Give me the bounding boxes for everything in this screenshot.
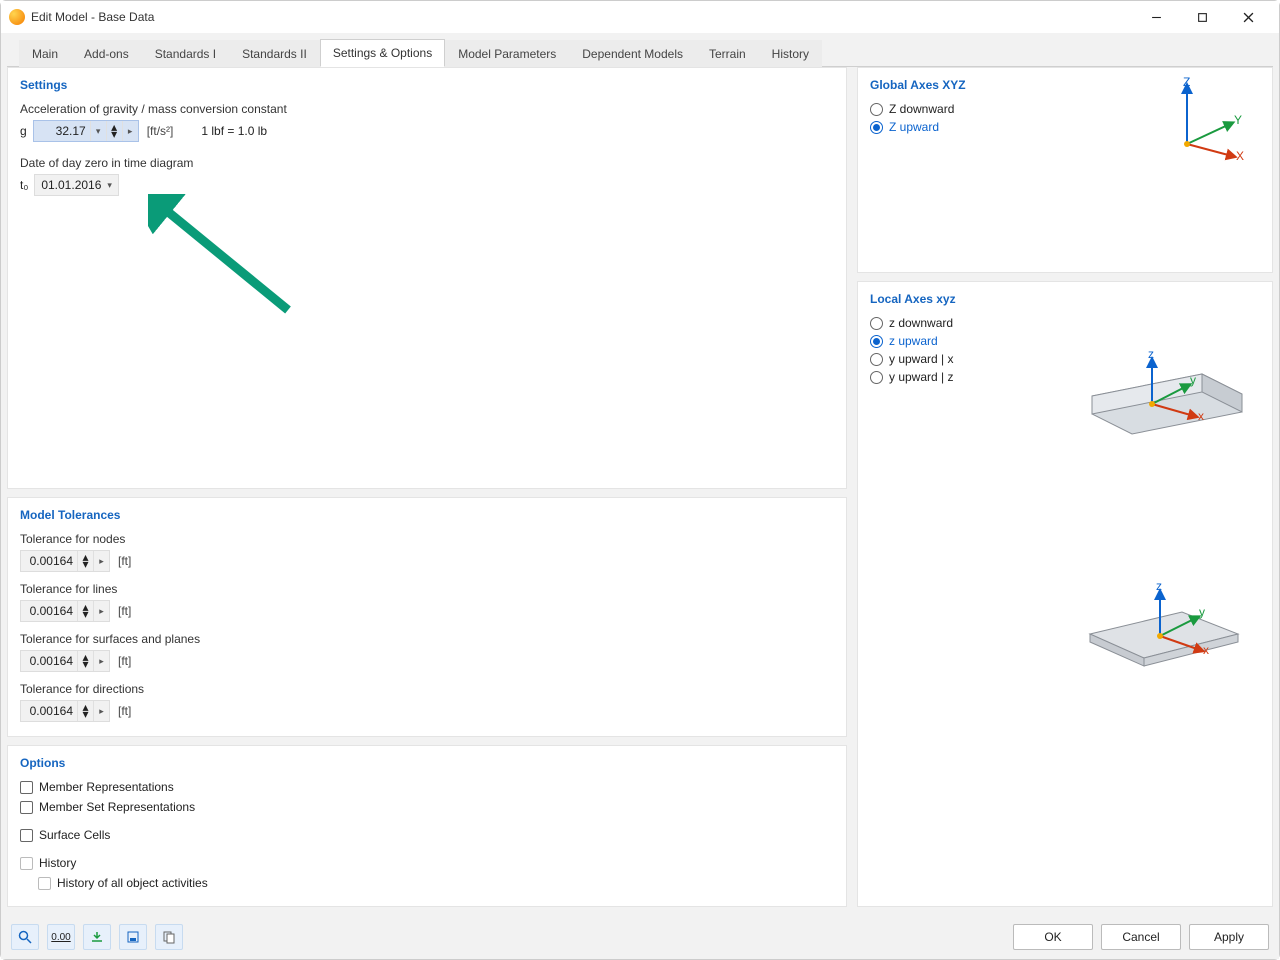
annotation-arrow: [148, 194, 308, 324]
tab-addons[interactable]: Add-ons: [71, 40, 142, 67]
date-zero-label: Date of day zero in time diagram: [20, 156, 834, 170]
import-button[interactable]: [83, 924, 111, 950]
chevron-down-icon[interactable]: ▾: [107, 180, 112, 191]
tol-nodes-unit: [ft]: [118, 554, 131, 568]
tol-nodes-input[interactable]: ▴▾▸: [20, 550, 110, 572]
svg-text:y: y: [1190, 373, 1196, 387]
save-icon: [126, 930, 140, 944]
radio-local-z-down[interactable]: z downward: [870, 316, 1260, 330]
window-title: Edit Model - Base Data: [31, 10, 1133, 24]
tol-lines-input[interactable]: ▴▾▸: [20, 600, 110, 622]
app-icon: [9, 9, 25, 25]
svg-text:Y: Y: [1234, 113, 1242, 127]
chk-member-rep[interactable]: Member Representations: [20, 780, 834, 794]
tab-terrain[interactable]: Terrain: [696, 40, 759, 67]
settings-heading: Settings: [20, 78, 834, 92]
popup-icon[interactable]: ▸: [93, 601, 109, 621]
chk-history: History: [20, 856, 834, 870]
gravity-input[interactable]: ▾ ▴▾ ▸: [33, 120, 139, 142]
chk-history-all: History of all object activities: [38, 876, 834, 890]
svg-text:X: X: [1236, 149, 1244, 163]
local-beam-icon: z y x: [1082, 334, 1252, 444]
date-zero-input[interactable]: 01.01.2016 ▾: [34, 174, 119, 196]
popup-icon[interactable]: ▸: [93, 701, 109, 721]
options-heading: Options: [20, 756, 834, 770]
svg-text:x: x: [1198, 409, 1204, 423]
footer-bar: 0.00 OK Cancel Apply: [1, 915, 1279, 959]
minimize-button[interactable]: [1133, 2, 1179, 32]
ok-button[interactable]: OK: [1013, 924, 1093, 950]
spinner-updown-icon[interactable]: ▴▾: [77, 601, 93, 621]
lbf-note: 1 lbf = 1.0 lb: [201, 124, 267, 138]
svg-text:Z: Z: [1183, 76, 1190, 89]
tol-surf-input[interactable]: ▴▾▸: [20, 650, 110, 672]
svg-text:y: y: [1199, 605, 1205, 619]
tol-surf-label: Tolerance for surfaces and planes: [20, 632, 834, 646]
tol-dir-unit: [ft]: [118, 704, 131, 718]
popup-icon[interactable]: ▸: [93, 551, 109, 571]
popup-icon[interactable]: ▸: [93, 651, 109, 671]
tab-settings-options[interactable]: Settings & Options: [320, 39, 445, 67]
global-axes-panel: Global Axes XYZ Z downward Z upward Z Y: [857, 67, 1273, 273]
maximize-button[interactable]: [1179, 2, 1225, 32]
tab-standards-1[interactable]: Standards I: [142, 40, 229, 67]
t0-symbol: t₀: [20, 178, 28, 192]
copy-button[interactable]: [155, 924, 183, 950]
options-panel: Options Member Representations Member Se…: [7, 745, 847, 907]
help-button[interactable]: [11, 924, 39, 950]
date-zero-value: 01.01.2016: [41, 178, 101, 192]
close-button[interactable]: [1225, 2, 1271, 32]
global-axes-icon: Z Y X: [1152, 76, 1252, 166]
local-axes-heading: Local Axes xyz: [870, 292, 1260, 306]
gravity-label: Acceleration of gravity / mass conversio…: [20, 102, 834, 116]
tol-lines-unit: [ft]: [118, 604, 131, 618]
tab-dependent-models[interactable]: Dependent Models: [569, 40, 696, 67]
cancel-button[interactable]: Cancel: [1101, 924, 1181, 950]
tol-nodes-label: Tolerance for nodes: [20, 532, 834, 546]
gravity-value[interactable]: [34, 124, 90, 138]
magnifier-icon: [18, 930, 32, 944]
copy-icon: [162, 930, 176, 944]
tab-main[interactable]: Main: [19, 40, 71, 67]
spinner-updown-icon[interactable]: ▴▾: [77, 701, 93, 721]
g-symbol: g: [20, 124, 27, 138]
local-axes-panel: Local Axes xyz z downward z upward y upw…: [857, 281, 1273, 907]
gravity-unit: [ft/s²]: [147, 124, 174, 138]
tab-bar: Main Add-ons Standards I Standards II Se…: [7, 37, 1273, 67]
apply-button[interactable]: Apply: [1189, 924, 1269, 950]
tol-lines-label: Tolerance for lines: [20, 582, 834, 596]
svg-text:z: z: [1156, 579, 1162, 593]
tol-dir-input[interactable]: ▴▾▸: [20, 700, 110, 722]
popup-icon[interactable]: ▸: [122, 121, 138, 141]
spinner-updown-icon[interactable]: ▴▾: [77, 551, 93, 571]
chk-surface-cells[interactable]: Surface Cells: [20, 828, 834, 842]
local-plate-icon: z y x: [1072, 572, 1252, 682]
tab-standards-2[interactable]: Standards II: [229, 40, 320, 67]
tab-history[interactable]: History: [759, 40, 822, 67]
tab-model-parameters[interactable]: Model Parameters: [445, 40, 569, 67]
settings-panel: Settings Acceleration of gravity / mass …: [7, 67, 847, 489]
units-icon: 0.00: [51, 932, 70, 943]
chevron-down-icon[interactable]: ▾: [90, 121, 106, 141]
tol-surf-unit: [ft]: [118, 654, 131, 668]
chk-memberset-rep[interactable]: Member Set Representations: [20, 800, 834, 814]
tolerances-heading: Model Tolerances: [20, 508, 834, 522]
export-button[interactable]: [119, 924, 147, 950]
spinner-updown-icon[interactable]: ▴▾: [106, 121, 122, 141]
tol-dir-label: Tolerance for directions: [20, 682, 834, 696]
tolerances-panel: Model Tolerances Tolerance for nodes ▴▾▸…: [7, 497, 847, 737]
svg-text:x: x: [1203, 643, 1209, 657]
import-icon: [90, 930, 104, 944]
svg-text:z: z: [1148, 347, 1154, 361]
spinner-updown-icon[interactable]: ▴▾: [77, 651, 93, 671]
title-bar: Edit Model - Base Data: [1, 1, 1279, 33]
units-button[interactable]: 0.00: [47, 924, 75, 950]
